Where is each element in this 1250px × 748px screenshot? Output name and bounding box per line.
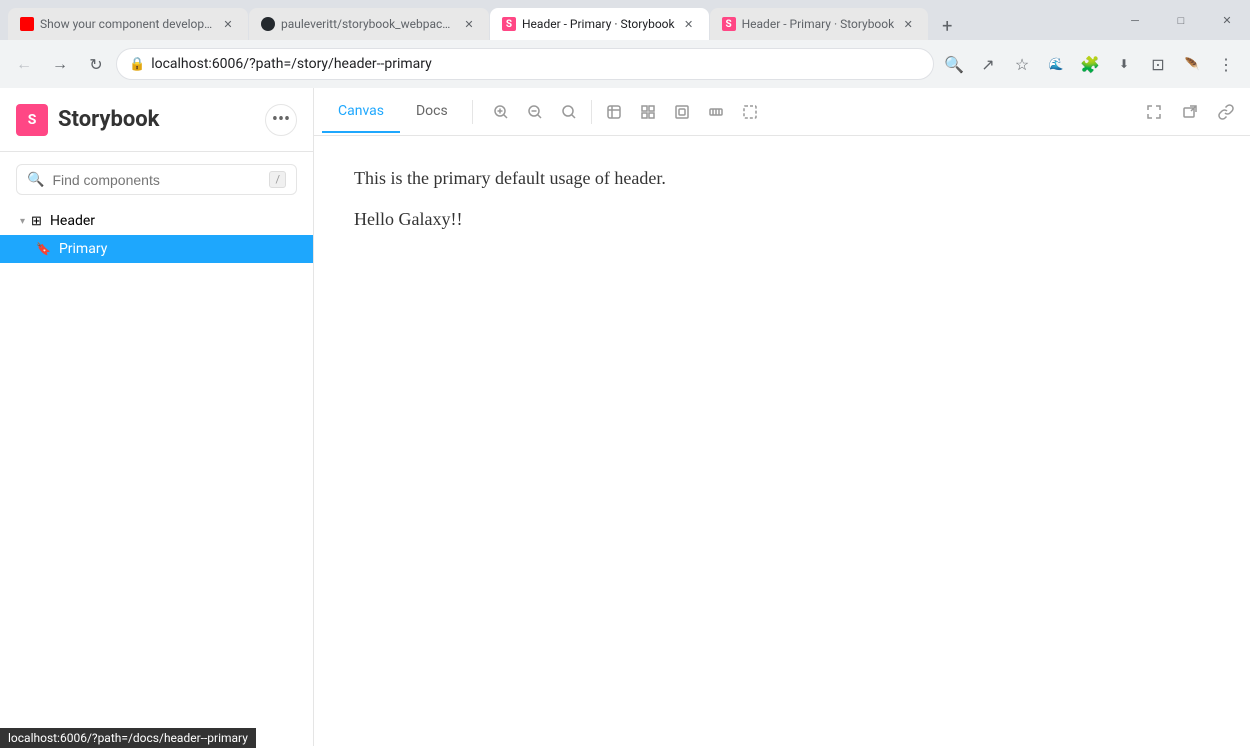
tab-title-1: Show your component developm... <box>40 17 214 31</box>
tab-close-3[interactable]: ✕ <box>681 16 697 32</box>
tab-title-2: pauleveritt/storybook_webpack5 <box>281 17 455 31</box>
chevron-icon: ▾ <box>20 216 25 227</box>
search-shortcut: / <box>269 171 286 188</box>
more-options-button[interactable]: ••• <box>265 104 297 136</box>
forward-button[interactable]: → <box>44 48 76 80</box>
browser-tab-3[interactable]: S Header - Primary · Storybook ✕ <box>490 8 709 40</box>
tab-close-1[interactable]: ✕ <box>220 16 236 32</box>
tab-favicon-1 <box>20 17 34 31</box>
canvas-line-2: Hello Galaxy!! <box>354 209 1210 230</box>
sidebar-item-header-label: Header <box>50 213 95 229</box>
tab-close-2[interactable]: ✕ <box>461 16 477 32</box>
fullscreen-icon[interactable] <box>1138 96 1170 128</box>
canvas-toolbar: Canvas Docs <box>314 88 1250 136</box>
zoom-in-icon[interactable] <box>485 96 517 128</box>
background-icon[interactable] <box>598 96 630 128</box>
tab-title-3: Header - Primary · Storybook <box>522 17 675 31</box>
canvas-line-1: This is the primary default usage of hea… <box>354 168 1210 189</box>
toolbar-right-icons <box>1138 96 1242 128</box>
search-bar[interactable]: 🔍 / <box>16 164 297 195</box>
toolbar-icons <box>485 96 766 128</box>
outline-icon[interactable] <box>666 96 698 128</box>
url-bar[interactable]: 🔒 localhost:6006/?path=/story/header--pr… <box>116 48 934 80</box>
tab-favicon-3: S <box>502 17 516 31</box>
tab-docs[interactable]: Docs <box>400 91 464 133</box>
canvas-tabs: Canvas Docs <box>322 91 464 133</box>
downloads-button[interactable]: ⬇ <box>1108 48 1140 80</box>
reload-button[interactable]: ↻ <box>80 48 112 80</box>
zoom-out-icon[interactable] <box>519 96 551 128</box>
search-input[interactable] <box>52 172 261 188</box>
tab-favicon-4: S <box>722 17 736 31</box>
browser-tab-2[interactable]: pauleveritt/storybook_webpack5 ✕ <box>249 8 489 40</box>
sidebar-item-primary-label: Primary <box>59 241 107 257</box>
status-url: localhost:6006/?path=/docs/header--prima… <box>8 731 248 745</box>
storybook-logo-icon: S <box>16 104 48 136</box>
minimize-button[interactable]: ─ <box>1112 6 1158 34</box>
url-text: localhost:6006/?path=/story/header--prim… <box>151 56 921 72</box>
canvas-content: This is the primary default usage of hea… <box>314 136 1250 746</box>
sidebar-item-header[interactable]: ▾ ⊞ Header <box>0 207 313 235</box>
select-icon[interactable] <box>734 96 766 128</box>
browser-tab-1[interactable]: Show your component developm... ✕ <box>8 8 248 40</box>
nav-right-buttons: 🔍 ↗ ☆ 🌊 🧩 ⬇ ⊡ 🪶 ⋮ <box>938 48 1242 80</box>
profile-button[interactable]: 🌊 <box>1040 48 1072 80</box>
bookmark-icon: 🔖 <box>36 242 51 256</box>
bookmark-button[interactable]: ☆ <box>1006 48 1038 80</box>
lock-icon: 🔒 <box>129 57 145 72</box>
back-button[interactable]: ← <box>8 48 40 80</box>
storybook-logo-text: Storybook <box>58 107 159 132</box>
toolbar-divider-2 <box>591 100 592 124</box>
new-tab-button[interactable]: + <box>933 12 961 40</box>
main-layout: S Storybook ••• 🔍 / ▾ ⊞ Header 🔖 Primary <box>0 88 1250 746</box>
tab-close-4[interactable]: ✕ <box>900 16 916 32</box>
zoom-reset-icon[interactable] <box>553 96 585 128</box>
sidebar: S Storybook ••• 🔍 / ▾ ⊞ Header 🔖 Primary <box>0 88 314 746</box>
sidebar-header: S Storybook ••• <box>0 88 313 152</box>
copy-link-icon[interactable] <box>1210 96 1242 128</box>
window-controls[interactable]: ─ □ ✕ <box>1112 6 1250 34</box>
maximize-button[interactable]: □ <box>1158 6 1204 34</box>
component-icon: ⊞ <box>31 214 42 229</box>
sidebar-logo: S Storybook <box>16 104 159 136</box>
nav-bar: ← → ↻ 🔒 localhost:6006/?path=/story/head… <box>0 40 1250 88</box>
browser-chrome: ─ □ ✕ Show your component developm... ✕ … <box>0 0 1250 88</box>
toolbar-divider <box>472 100 473 124</box>
tab-canvas[interactable]: Canvas <box>322 91 400 133</box>
search-page-button[interactable]: 🔍 <box>938 48 970 80</box>
sidebar-nav: ▾ ⊞ Header 🔖 Primary <box>0 207 313 746</box>
sidebar-item-primary[interactable]: 🔖 Primary <box>0 235 313 263</box>
extra-button[interactable]: 🪶 <box>1176 48 1208 80</box>
open-canvas-icon[interactable] <box>1174 96 1206 128</box>
tab-bar: Show your component developm... ✕ paulev… <box>8 8 961 40</box>
browser-tab-4[interactable]: S Header - Primary · Storybook ✕ <box>710 8 929 40</box>
canvas-area: Canvas Docs <box>314 88 1250 746</box>
close-button[interactable]: ✕ <box>1204 6 1250 34</box>
sidebar-toggle[interactable]: ⊡ <box>1142 48 1174 80</box>
tab-title-4: Header - Primary · Storybook <box>742 17 895 31</box>
measure-icon[interactable] <box>700 96 732 128</box>
status-bar: localhost:6006/?path=/docs/header--prima… <box>0 728 256 748</box>
tab-favicon-2 <box>261 17 275 31</box>
search-icon: 🔍 <box>27 172 44 188</box>
grid-icon[interactable] <box>632 96 664 128</box>
extensions-button[interactable]: 🧩 <box>1074 48 1106 80</box>
menu-button[interactable]: ⋮ <box>1210 48 1242 80</box>
share-button[interactable]: ↗ <box>972 48 1004 80</box>
